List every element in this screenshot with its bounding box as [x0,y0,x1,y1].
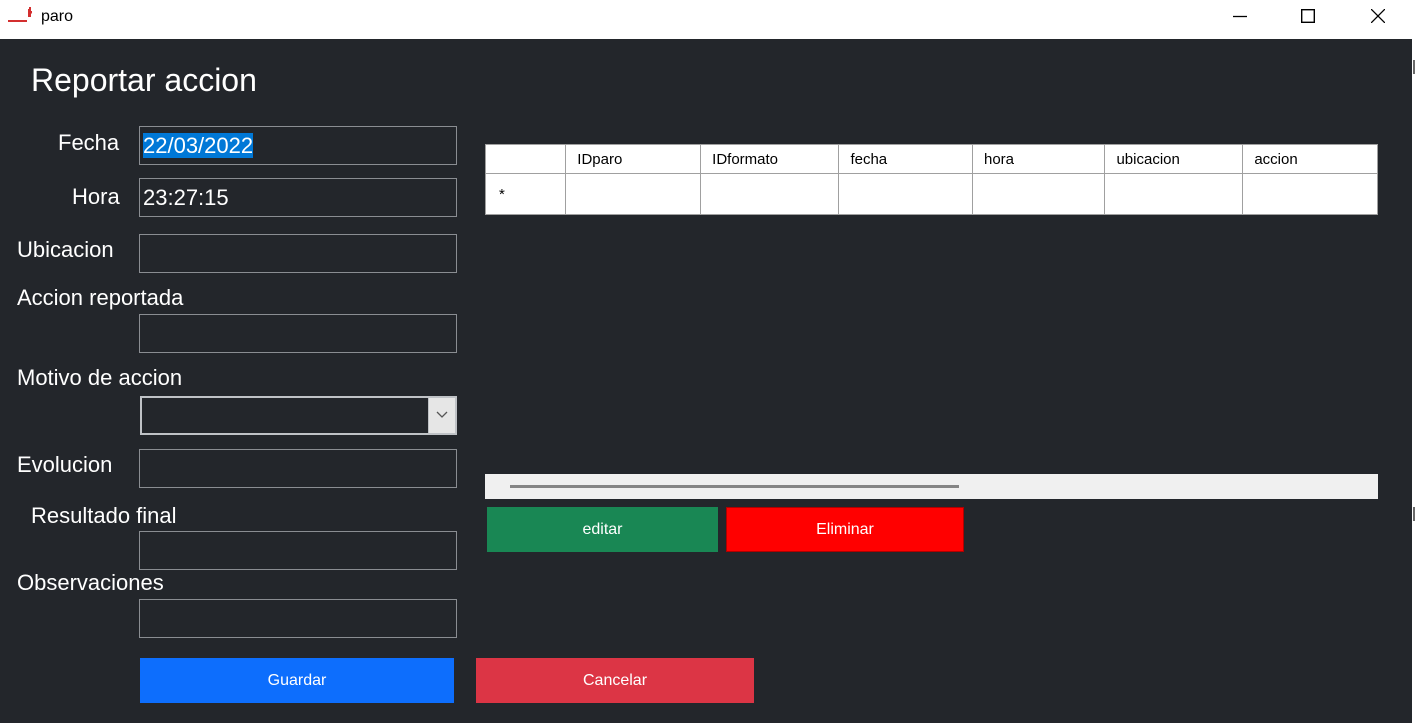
title-bar: paro [0,0,1417,39]
grid-header-row: IDparo IDformato fecha hora ubicacion ac… [485,144,1378,174]
guardar-button[interactable]: Guardar [140,658,454,703]
hora-field[interactable]: 23:27:15 [139,178,457,217]
evolucion-field[interactable] [139,449,457,488]
window-edge [1412,39,1417,723]
resultado-final-field[interactable] [139,531,457,570]
fecha-field[interactable]: 22/03/2022 [139,126,457,165]
observaciones-field[interactable] [139,599,457,638]
page-title: Reportar accion [31,62,257,98]
column-header-idparo[interactable]: IDparo [565,144,702,174]
app-icon [8,7,32,22]
close-button[interactable] [1343,0,1413,32]
grid-corner-header[interactable] [485,144,567,174]
window-title: paro [41,8,74,25]
maximize-icon [1301,9,1315,23]
column-header-accion[interactable]: accion [1242,144,1378,174]
fecha-label: Fecha [58,130,120,155]
table-cell[interactable] [1242,173,1378,215]
accion-reportada-label: Accion reportada [17,285,184,310]
new-row-marker[interactable]: * [485,173,567,215]
chevron-down-icon [436,411,448,418]
fecha-value: 22/03/2022 [143,133,254,158]
hora-value: 23:27:15 [143,185,229,210]
grid-horizontal-scrollbar[interactable] [485,474,1378,499]
column-header-fecha[interactable]: fecha [838,144,973,174]
ubicacion-field[interactable] [139,234,457,273]
motivo-select[interactable] [140,396,457,435]
observaciones-label: Observaciones [17,570,164,595]
column-header-hora[interactable]: hora [971,144,1106,174]
table-cell[interactable] [700,173,840,215]
accion-reportada-field[interactable] [139,314,457,353]
table-cell[interactable] [838,173,973,215]
table-cell[interactable] [1104,173,1244,215]
maximize-button[interactable] [1273,0,1343,32]
editar-button[interactable]: editar [487,507,718,552]
eliminar-button[interactable]: Eliminar [726,507,964,552]
table-cell[interactable] [971,173,1106,215]
minimize-icon [1233,15,1247,18]
ubicacion-label: Ubicacion [17,237,114,262]
table-cell[interactable] [565,173,702,215]
vertical-scrollbar-mark [1413,507,1415,521]
column-header-idformato[interactable]: IDformato [700,144,840,174]
minimize-button[interactable] [1205,0,1275,32]
cancelar-button[interactable]: Cancelar [476,658,754,703]
table-row[interactable]: * [485,173,1378,215]
motivo-dropdown-button[interactable] [428,398,455,433]
evolucion-label: Evolucion [17,452,113,477]
vertical-scrollbar-mark [1413,60,1415,74]
data-grid[interactable]: IDparo IDformato fecha hora ubicacion ac… [485,144,1378,217]
resultado-final-label: Resultado final [31,503,177,528]
scrollbar-thumb[interactable] [510,485,959,488]
column-header-ubicacion[interactable]: ubicacion [1104,144,1244,174]
hora-label: Hora [72,184,120,209]
close-icon [1371,9,1385,23]
motivo-label: Motivo de accion [17,365,183,390]
